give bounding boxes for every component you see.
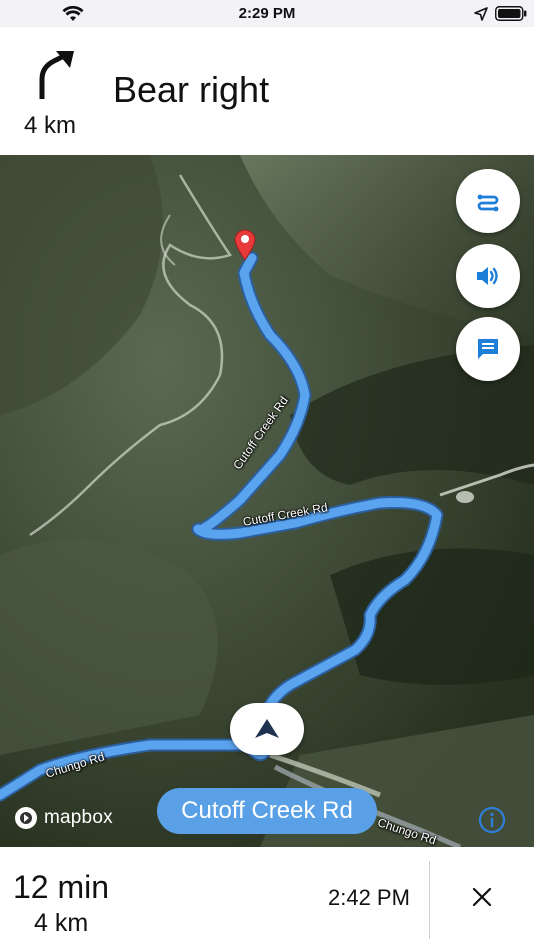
trip-summary-panel: 12 min 4 km 2:42 PM (0, 847, 534, 950)
maneuver-instruction: Bear right (113, 69, 270, 110)
current-street-label: Cutoff Creek Rd (157, 788, 377, 834)
status-bar: 2:29 PM (0, 0, 534, 27)
navigation-screen: 2:29 PM 4 km Bear right Cutoff Creek Rd … (0, 0, 534, 950)
panel-divider (429, 861, 430, 939)
feedback-button[interactable] (456, 317, 520, 381)
mapbox-logo-icon (15, 807, 37, 829)
location-arrow-icon (474, 7, 488, 21)
status-time: 2:29 PM (238, 5, 296, 22)
user-location-puck[interactable] (230, 703, 304, 755)
destination-pin-icon (234, 229, 256, 261)
remaining-distance: 4 km (34, 909, 89, 937)
battery-icon (495, 6, 527, 21)
bear-right-arrow-icon (39, 51, 74, 99)
info-icon[interactable] (478, 806, 506, 834)
remaining-duration: 12 min (13, 869, 110, 905)
close-icon (472, 887, 492, 907)
route-overview-icon (477, 194, 499, 212)
maneuver-banner[interactable]: 4 km Bear right (0, 27, 534, 155)
sound-button[interactable] (456, 244, 520, 308)
maneuver-distance: 4 km (23, 112, 76, 139)
mapbox-logo: mapbox (14, 806, 113, 830)
route-overview-button[interactable] (456, 169, 520, 233)
end-navigation-button[interactable] (462, 877, 502, 917)
feedback-icon (478, 339, 498, 359)
map-view[interactable]: Cutoff Creek Rd Cutoff Creek Rd Chungo R… (0, 155, 534, 847)
sound-icon (477, 267, 498, 285)
mapbox-attribution: mapbox (44, 807, 113, 828)
navigation-arrow-icon (255, 719, 279, 738)
arrival-time: 2:42 PM (328, 885, 410, 910)
